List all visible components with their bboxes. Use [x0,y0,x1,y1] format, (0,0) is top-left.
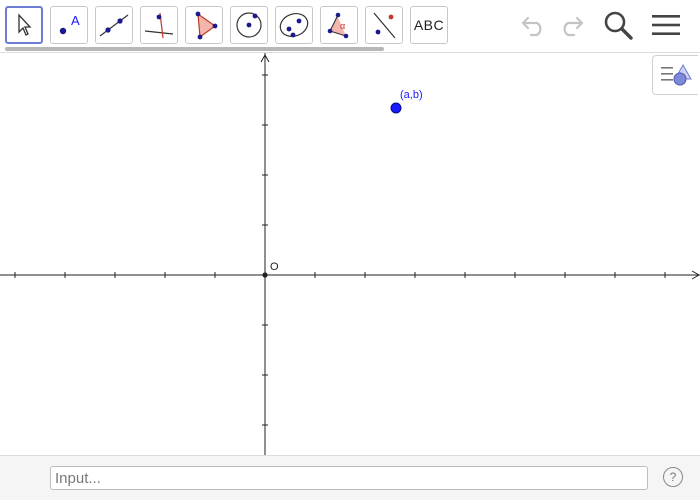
line-tool-button[interactable] [95,6,133,44]
search-button[interactable] [601,8,635,42]
ellipse-icon [279,13,309,38]
toolbar-scrollbar[interactable] [5,47,384,51]
angle-tool-label: α [340,21,345,31]
y-axis [260,53,270,455]
text-tool-label: ABC [413,17,445,33]
polygon-tool-button[interactable] [185,6,223,44]
style-bar-toggle-icon [660,63,692,86]
circle-center-point-icon [236,12,262,38]
redo-button[interactable] [554,8,588,42]
graphics-view[interactable]: O (a,b) [0,53,700,455]
redo-icon [563,16,584,37]
conic-tool-button[interactable] [275,6,313,44]
move-tool-button[interactable] [5,6,43,44]
point-with-label-icon: A [59,13,80,35]
perpendicular-line-tool-button[interactable] [140,6,178,44]
text-tool-button[interactable]: ABC [410,6,448,44]
menu-button[interactable] [649,8,683,42]
point-tool-label: A [71,13,80,28]
angle-icon: α [327,12,349,39]
input-bar-area: ? [0,455,700,500]
angle-tool-button[interactable]: α [320,6,358,44]
circle-tool-button[interactable] [230,6,268,44]
triangle-polygon-icon [195,11,218,40]
origin-label: O [270,261,279,273]
point-tool-button[interactable]: A [50,6,88,44]
perpendicular-line-icon [144,12,174,39]
reflect-tool-button[interactable] [365,6,403,44]
line-through-points-icon [99,14,129,37]
point-ab-label: (a,b) [400,89,423,101]
toolbar: A α ABC [0,0,700,53]
help-button[interactable]: ? [663,467,683,487]
x-axis [0,270,700,280]
undo-button[interactable] [517,8,551,42]
reflect-about-line-icon [373,12,396,39]
style-bar-toggle-button[interactable] [652,55,698,95]
pointer-arrow-icon [18,13,32,36]
origin-point[interactable] [262,272,268,278]
input-field[interactable] [50,466,648,490]
point-ab[interactable] [390,102,402,114]
undo-icon [521,16,542,37]
menu-icon [652,15,680,35]
search-icon [604,11,633,40]
